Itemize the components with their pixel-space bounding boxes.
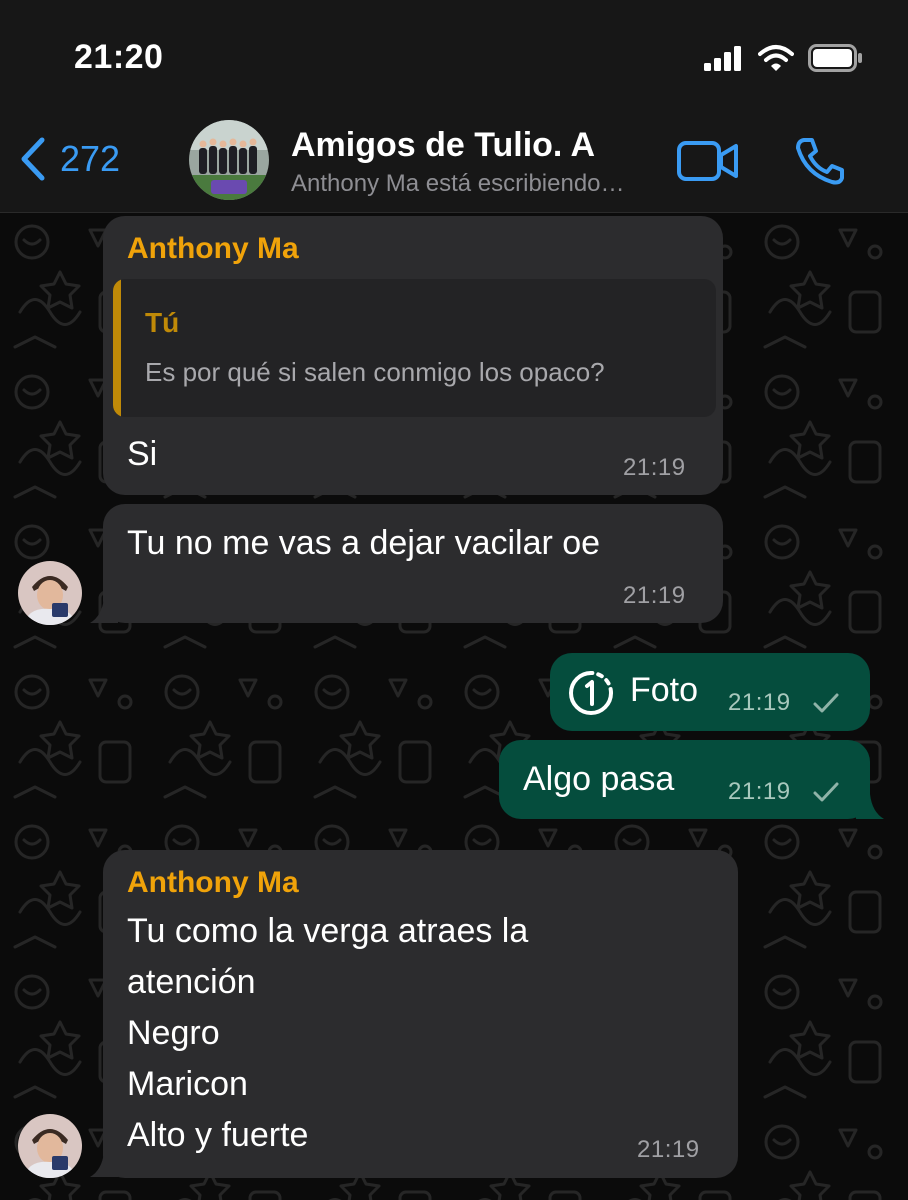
message-line: atención [127,963,256,1001]
back-button[interactable]: 272 [18,136,120,182]
bubble-tail [90,598,118,623]
message-time: 21:19 [728,778,791,805]
message-sender: Anthony Ma [127,232,299,265]
status-bar: 21:20 [0,0,908,110]
message-text-lines: Tu como la verga atraes la atención Negr… [127,906,528,1161]
message-bubble-incoming[interactable]: Anthony Ma Tu como la verga atraes la at… [103,850,738,1178]
message-line: Negro [127,1014,220,1052]
chat-header: 272 Amigos de Tulio. A Anthony Ma está e… [0,110,908,213]
message-time: 21:19 [623,582,686,609]
quote-sender: Tú [145,307,180,338]
view-once-photo-icon [569,671,613,715]
group-avatar[interactable] [189,120,269,200]
chat-title[interactable]: Amigos de Tulio. A [291,126,595,165]
avatar-photo [18,561,82,625]
video-camera-icon [677,141,738,181]
message-line: Tu como la verga atraes la [127,912,529,950]
video-call-button[interactable] [676,140,740,187]
message-line: Alto y fuerte [127,1116,309,1154]
quote-text: Es por qué si salen conmigo los opaco? [145,357,605,387]
message-time: 21:19 [623,454,686,481]
sent-check-icon [813,782,839,802]
sender-avatar[interactable] [18,1114,82,1178]
bubble-tail [856,794,884,819]
sender-avatar[interactable] [18,561,82,625]
message-bubble-incoming[interactable]: Anthony Ma Tú Es por qué si salen conmig… [103,216,723,495]
message-sender: Anthony Ma [127,866,299,899]
group-photo [189,120,269,200]
battery-icon [808,44,862,72]
typing-status: Anthony Ma está escribiendo… [291,170,625,197]
sent-check-icon [813,693,839,713]
message-bubble-outgoing[interactable]: Algo pasa 21:19 [499,740,870,819]
message-bubble-outgoing[interactable]: Foto 21:19 [550,653,870,731]
status-time: 21:20 [74,38,164,76]
quote-accent-bar [113,279,121,417]
avatar-photo [18,1114,82,1178]
reply-quote[interactable]: Tú Es por qué si salen conmigo los opaco… [113,279,716,417]
message-time: 21:19 [637,1136,700,1163]
message-text: Si [127,435,158,473]
message-bubble-incoming[interactable]: Tu no me vas a dejar vacilar oe 21:19 [103,504,723,623]
wifi-icon [758,45,794,71]
voice-call-button[interactable] [794,136,846,191]
phone-icon [796,138,844,185]
message-time: 21:19 [728,689,791,716]
cellular-signal-icon [704,46,741,71]
unread-count: 272 [60,138,121,179]
message-text: Foto [630,671,699,709]
message-text: Algo pasa [523,760,675,798]
message-line: Maricon [127,1065,248,1103]
chevron-left-icon [21,137,45,181]
bubble-tail [90,1152,118,1177]
status-icons [704,44,864,72]
message-text: Tu no me vas a dejar vacilar oe [127,524,601,562]
